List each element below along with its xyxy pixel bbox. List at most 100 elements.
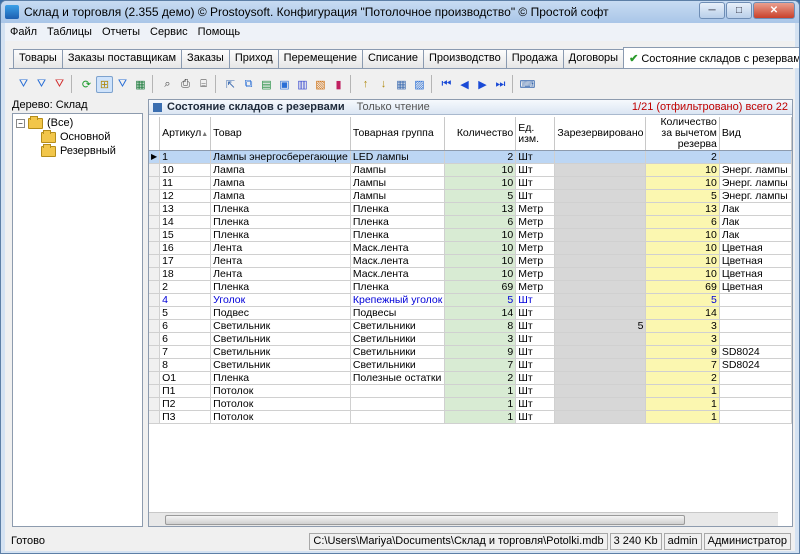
table-cell[interactable]: Шт [515,345,556,359]
table-cell[interactable]: 6 [444,215,517,229]
table-cell[interactable]: Пленка [210,371,351,385]
table-cell[interactable]: 5 [645,293,720,307]
table-cell[interactable]: SD8024 [719,358,793,372]
table-cell[interactable]: Потолок [210,384,351,398]
table-cell[interactable]: Метр [515,267,556,281]
table-cell[interactable] [554,189,647,203]
table-cell[interactable]: Пленка [210,215,351,229]
table-cell[interactable] [554,397,647,411]
table-cell[interactable]: Шт [515,384,556,398]
title-bar[interactable]: Склад и торговля (2.355 демо) © Prostoys… [1,1,799,23]
table-cell[interactable]: 5 [554,319,647,333]
tab-writeoff[interactable]: Списание [361,49,424,68]
table-cell[interactable] [554,163,647,177]
table-cell[interactable]: Шт [515,306,556,320]
table-cell[interactable]: Пленка [210,202,351,216]
table-cell[interactable]: Лампа [210,176,351,190]
columns-icon[interactable]: ▦ [132,76,149,93]
table-row[interactable]: 7 Светильник Светильники 9 Шт 9 SD8024 [149,345,793,359]
table-cell[interactable]: 5 [444,293,517,307]
filter-add-icon[interactable]: ⛛ [33,76,50,93]
table-cell[interactable]: 10 [444,228,517,242]
table-cell[interactable]: Светильник [210,358,351,372]
table-cell[interactable]: Шт [515,332,556,346]
table-cell[interactable]: 1 [645,410,720,424]
next-icon[interactable]: ▶ [474,76,491,93]
table-cell[interactable]: Потолок [210,397,351,411]
table-cell[interactable]: 1 [444,384,517,398]
table-cell[interactable] [719,150,793,164]
table-cell[interactable]: Шт [515,319,556,333]
table-cell[interactable]: Лак [719,228,793,242]
save-layout-icon[interactable]: ▨ [411,76,428,93]
table-row[interactable]: 14 Пленка Пленка 6 Метр 6 Лак [149,215,793,229]
table-cell[interactable]: 10 [444,267,517,281]
table-cell[interactable]: 9 [444,345,517,359]
table-cell[interactable]: Лак [719,215,793,229]
table-row[interactable]: ▶ 1 Лампы энергосберегающие LED лампы 2 Шт 2 [149,150,793,164]
table-cell[interactable]: Потолок [210,410,351,424]
filter-clear-icon[interactable]: ⛛ [51,76,68,93]
table-cell[interactable]: Метр [515,202,556,216]
table-cell[interactable]: 2 [444,371,517,385]
table-cell[interactable]: Пленка [350,215,446,229]
table-cell[interactable]: Лампы [350,176,446,190]
table-cell[interactable]: 17 [159,254,212,268]
export-xml-icon[interactable]: ▣ [276,76,293,93]
table-cell[interactable]: 10 [444,176,517,190]
table-cell[interactable]: П1 [159,384,212,398]
table-cell[interactable]: 14 [159,215,212,229]
table-cell[interactable]: Цветная [719,280,793,294]
table-cell[interactable]: Маск.лента [350,267,446,281]
table-cell[interactable]: Маск.лента [350,241,446,255]
table-row[interactable]: 17 Лента Маск.лента 10 Метр 10 Цветная [149,254,793,268]
col-header-unit[interactable]: Ед. изм. [515,117,556,151]
filter-icon[interactable]: ⛛ [15,76,32,93]
col-header-net-quantity[interactable]: Количество за вычетом резерва [645,117,720,151]
tab-stock-with-reserves[interactable]: ✔ Состояние складов с резервами [623,47,799,68]
warehouse-tree[interactable]: − (Все) Основной Резервный [12,113,143,527]
last-icon[interactable]: ⏭ [492,76,509,93]
table-cell[interactable]: 69 [645,280,720,294]
table-row[interactable]: О1 Пленка Полезные остатки 2 Шт 2 [149,371,793,385]
table-cell[interactable]: 10 [645,267,720,281]
table-row[interactable]: 10 Лампа Лампы 10 Шт 10 Энерг. лампы [149,163,793,177]
export-html-icon[interactable]: ▧ [312,76,329,93]
stock-grid[interactable]: Артикул▲ Товар Товарная группа Количеств… [149,117,793,424]
table-row[interactable]: 4 Уголок Крепежный уголок 5 Шт 5 [149,293,793,307]
table-cell[interactable]: 1 [645,397,720,411]
table-cell[interactable]: Светильник [210,332,351,346]
table-cell[interactable]: Шт [515,371,556,385]
scrollbar-thumb[interactable] [165,515,685,525]
export-excel-icon[interactable]: ▤ [258,76,275,93]
grid-settings-icon[interactable]: ▦ [393,76,410,93]
keyboard-icon[interactable]: ⌨ [519,76,536,93]
table-row[interactable]: 16 Лента Маск.лента 10 Метр 10 Цветная [149,241,793,255]
print-icon[interactable]: ⎙ [177,76,194,93]
table-cell[interactable]: Пленка [210,280,351,294]
prev-icon[interactable]: ◀ [456,76,473,93]
table-row[interactable]: 5 Подвес Подвесы 14 Шт 14 [149,306,793,320]
tab-sale[interactable]: Продажа [505,49,564,68]
table-cell[interactable]: 10 [444,163,517,177]
table-cell[interactable]: П2 [159,397,212,411]
minimize-button[interactable]: ─ [699,2,725,19]
horizontal-scrollbar[interactable] [149,512,778,526]
tree-node-all[interactable]: − (Все) [16,115,73,129]
table-cell[interactable]: Лампа [210,163,351,177]
table-cell[interactable]: 16 [159,241,212,255]
menu-reports[interactable]: Отчеты [97,26,145,38]
export-icon[interactable]: ⇱ [222,76,239,93]
table-cell[interactable]: Светильники [350,345,446,359]
table-cell[interactable]: 1 [159,150,212,164]
menu-service[interactable]: Сервис [145,26,193,38]
table-cell[interactable] [554,215,647,229]
table-cell[interactable]: Светильник [210,319,351,333]
chart-icon[interactable]: ▮ [330,76,347,93]
copy-icon[interactable]: ⧉ [240,76,257,93]
table-cell[interactable]: Лента [210,267,351,281]
table-cell[interactable]: Пленка [350,202,446,216]
table-cell[interactable]: Метр [515,254,556,268]
close-button[interactable]: ✕ [753,2,795,19]
table-cell[interactable]: Подвесы [350,306,446,320]
